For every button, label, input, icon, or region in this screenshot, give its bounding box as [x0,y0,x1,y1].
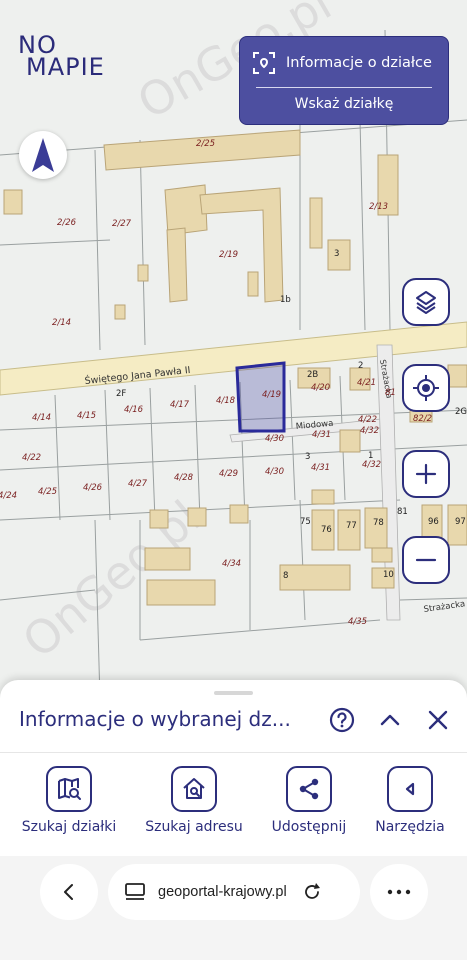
search-address-label: Szukaj adresu [145,819,243,835]
reload-icon[interactable] [301,881,323,903]
locate-button[interactable] [402,364,450,412]
parcel-label: 97 [455,517,466,527]
parcel-label: 3 [334,249,339,259]
parcel-label: 4/21 [357,378,376,388]
collapse-button[interactable] [374,704,406,736]
point-parcel-button[interactable]: Wskaż działkę [240,96,448,112]
parcel-label: 4/16 [124,405,144,415]
parcel-info-label: Informacje o działce [286,55,432,71]
select-parcel-icon [253,52,275,74]
map-view[interactable]: OnGeo.pl OnGeo.pl Świętego Jana Pawła II… [0,0,467,700]
parcel-label: 4/25 [38,487,57,497]
tools-label: Narzędzia [375,819,445,835]
parcel-label: 4/32 [362,460,381,470]
parcel-label: 4/17 [170,400,190,410]
parcel-label: 81 [385,388,396,398]
parcel-label: 8 [283,571,288,581]
parcel-label: 2/14 [52,318,71,328]
parcel-label: 4/24 [0,491,17,501]
share-label: Udostępnij [271,819,347,835]
share-button[interactable]: Udostępnij [259,766,359,835]
parcel-label: 4/31 [312,430,331,440]
parcel-label: 4/22 [358,415,377,425]
parcel-label: 4/22 [22,453,41,463]
home-search-icon [171,766,217,812]
layers-button[interactable] [402,278,450,326]
parcel-label: 4/20 [311,383,330,393]
parcel-label: 2/26 [57,218,77,228]
help-button[interactable] [326,704,358,736]
layers-icon [416,291,436,314]
share-icon [286,766,332,812]
parcel-label: 4/31 [311,463,330,473]
parcel-label: 4/15 [77,411,96,421]
parcel-label: 2F [116,389,126,399]
app-logo: NO MAPIE [18,33,105,81]
plus-icon [415,463,437,485]
search-parcel-button[interactable]: Szukaj działki [19,766,119,835]
parcel-label: 3 [305,452,310,462]
parcel-label: 4/30 [265,434,284,444]
parcel-label: 4/32 [360,426,379,436]
minus-icon [415,558,437,562]
browser-url: geoportal-krajowy.pl [158,884,287,900]
search-address-button[interactable]: Szukaj adresu [144,766,244,835]
parcel-label: 4/29 [219,469,238,479]
search-parcel-label: Szukaj działki [21,819,117,835]
zoom-in-button[interactable] [402,450,450,498]
browser-address-bar[interactable]: geoportal-krajowy.pl [108,864,360,920]
parcel-label: 4/30 [265,467,284,477]
help-icon [329,707,355,733]
parcel-label: 2B [307,370,318,380]
close-button[interactable] [422,704,454,736]
tools-arrow-icon [387,766,433,812]
more-icon [387,889,411,895]
parcel-label: 78 [373,518,384,528]
parcel-label: 4/27 [128,479,148,489]
logo-line2: MAPIE [26,53,105,81]
browser-bar: geoportal-krajowy.pl [0,856,467,960]
parcel-label: 4/35 [348,617,367,627]
parcel-label: 82/2 [413,414,432,424]
parcel-label: 2/13 [369,202,388,212]
map-search-icon [46,766,92,812]
compass-button[interactable] [19,131,67,179]
locate-icon [413,375,439,401]
parcel-label: 76 [321,525,332,535]
parcel-label: 2/19 [219,250,238,260]
browser-more-button[interactable] [370,864,428,920]
chevron-up-icon [380,714,400,726]
sheet-drag-handle[interactable] [214,691,253,695]
parcel-label: 10 [383,570,394,580]
parcel-info-button[interactable]: Informacje o działce [252,49,440,77]
parcel-label: 4/26 [83,483,103,493]
chevron-left-icon [64,884,73,900]
sheet-title: Informacje o wybranej dz... [19,707,291,731]
parcel-label: 75 [300,517,311,527]
parcel-label: 4/19 [262,390,281,400]
parcel-label: 4/18 [216,396,236,406]
parcel-label: 2 [358,361,363,371]
close-icon [428,710,448,730]
parcel-label: 2/25 [196,139,215,149]
divider [256,87,432,88]
parcel-label: 2/27 [112,219,132,229]
parcel-label: 4/34 [222,559,241,569]
tabs-icon [125,883,145,900]
north-arrow-icon [32,138,54,172]
parcel-label: 81 [397,507,408,517]
zoom-out-button[interactable] [402,536,450,584]
browser-back-button[interactable] [40,864,98,920]
parcel-label: 4/14 [32,413,51,423]
parcel-label: 4/28 [174,473,194,483]
divider [0,752,467,753]
parcel-label: 96 [428,517,439,527]
parcel-info-panel: Informacje o działce Wskaż działkę [239,36,449,125]
parcel-label: 77 [346,521,357,531]
parcel-label: 1b [280,295,291,305]
parcel-label: 2G [455,407,467,417]
tools-button[interactable]: Narzędzia [360,766,460,835]
